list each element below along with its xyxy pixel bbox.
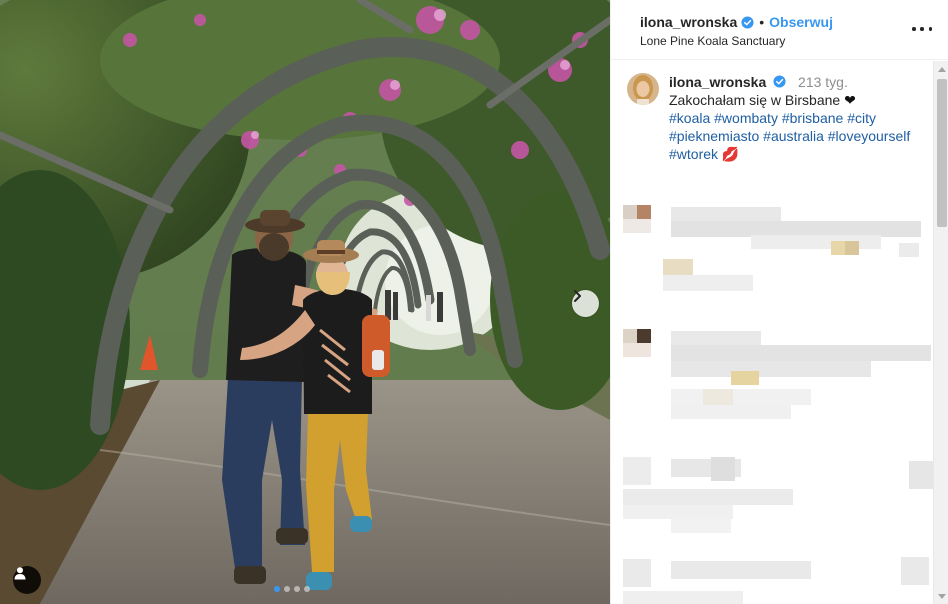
verified-badge-icon bbox=[741, 15, 754, 29]
carousel-dot bbox=[274, 586, 280, 592]
scroll-down-arrow-icon[interactable] bbox=[937, 591, 947, 601]
follow-button[interactable]: Obserwuj bbox=[769, 14, 833, 30]
carousel-dot bbox=[294, 586, 300, 592]
tagged-users-button[interactable] bbox=[13, 566, 41, 594]
chevron-right-icon bbox=[574, 290, 581, 302]
carousel-indicator bbox=[274, 586, 310, 592]
post-location[interactable]: Lone Pine Koala Sanctuary bbox=[640, 34, 948, 48]
post-sidebar: ilona_wronska • Obserwuj Lone Pine Koala… bbox=[610, 0, 948, 604]
carousel-dot bbox=[284, 586, 290, 592]
photo-illustration bbox=[0, 0, 610, 604]
scroll-up-arrow-icon[interactable] bbox=[937, 64, 947, 74]
more-options-icon[interactable] bbox=[912, 22, 932, 36]
scrollbar-thumb[interactable] bbox=[937, 79, 947, 227]
header-separator: • bbox=[759, 14, 765, 30]
instagram-post-view: ilona_wronska • Obserwuj Lone Pine Koala… bbox=[0, 0, 948, 604]
post-header: ilona_wronska • Obserwuj Lone Pine Koala… bbox=[611, 0, 948, 60]
person-icon bbox=[14, 567, 26, 580]
comments-area: ilona_wronska 213 tyg. Zakochałam się w … bbox=[611, 61, 933, 604]
next-slide-button[interactable] bbox=[572, 290, 599, 317]
header-username[interactable]: ilona_wronska bbox=[640, 14, 737, 30]
comments-scrollbar[interactable] bbox=[933, 61, 948, 604]
post-photo[interactable] bbox=[0, 0, 610, 604]
censored-comments bbox=[623, 205, 933, 604]
carousel-dot bbox=[304, 586, 310, 592]
